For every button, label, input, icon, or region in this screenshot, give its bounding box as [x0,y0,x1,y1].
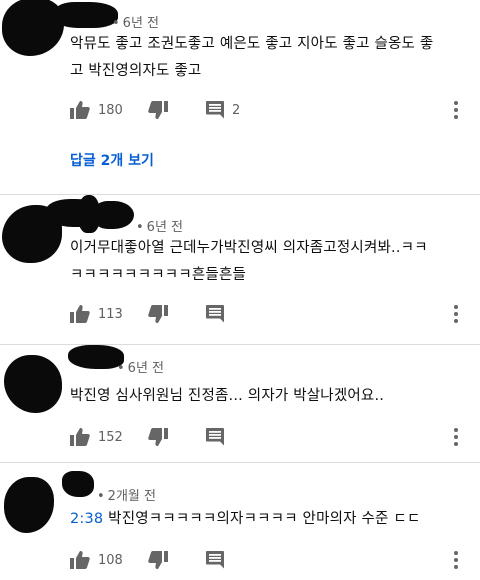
comment-1: • 6년 전 악뮤도 좋고 조권도좋고 예은도 좋고 지아도 좋고 슬옹도 좋 고… [0,0,480,195]
thumbs-down-icon [148,551,168,569]
thumbs-up-icon [70,551,90,569]
comment-4: • 2개월 전 2:38 박진영ㅋㅋㅋㅋㅋ의자ㅋㅋㅋㅋ 안마의자 수준 ㄷㄷ 10… [0,463,480,580]
like-count: 113 [98,306,123,322]
comment-icon [206,428,224,446]
dislike-button[interactable] [148,424,168,450]
comment-text-line: 2:38 박진영ㅋㅋㅋㅋㅋ의자ㅋㅋㅋㅋ 안마의자 수준 ㄷㄷ [70,506,460,533]
like-count: 152 [98,429,123,445]
thumbs-down-icon [148,305,168,323]
comment-actions: 152 [70,424,470,450]
reply-button[interactable] [206,547,224,573]
more-vert-icon [454,101,458,119]
view-replies-link[interactable]: 답글 2개 보기 [70,150,154,170]
more-button[interactable] [448,427,464,447]
like-button[interactable]: 180 [70,97,123,123]
like-count: 108 [98,552,123,568]
reply-count: 2 [232,102,241,118]
comment-actions: 113 [70,301,470,327]
more-vert-icon [454,428,458,446]
comment-3: • 6년 전 박진영 심사위원님 진정좀... 의자가 박살나겠어요.. 152 [0,345,480,463]
avatar[interactable] [2,0,64,56]
comment-icon [206,551,224,569]
username-redaction [56,2,118,28]
thumbs-up-icon [70,101,90,119]
avatar[interactable] [4,475,60,533]
comment-text-body: 박진영ㅋㅋㅋㅋㅋ의자ㅋㅋㅋㅋ 안마의자 수준 ㄷㄷ [103,511,421,527]
reply-button[interactable] [206,301,224,327]
comment-text: 이거무대좋아열 근데누가박진영씨 의자좀고정시켜봐..ㅋㅋ ㅋㅋㅋㅋㅋㅋㅋㅋㅋ흔… [70,235,460,289]
comment-text: 박진영 심사위원님 진정좀... 의자가 박살나겠어요.. [70,383,460,410]
comment-text-line: 악뮤도 좋고 조권도좋고 예은도 좋고 지아도 좋고 슬옹도 좋 [70,36,434,52]
comment-text: 2:38 박진영ㅋㅋㅋㅋㅋ의자ㅋㅋㅋㅋ 안마의자 수준 ㄷㄷ [70,506,460,533]
comment-actions: 108 [70,547,470,573]
comment-icon [206,305,224,323]
comment-text-line: 박진영 심사위원님 진정좀... 의자가 박살나겠어요.. [70,388,385,404]
dislike-button[interactable] [148,97,168,123]
username-redaction [62,471,94,497]
more-button[interactable] [448,304,464,324]
more-vert-icon [454,305,458,323]
username-redaction [94,201,134,229]
like-button[interactable]: 108 [70,547,123,573]
comment-text-line: 이거무대좋아열 근데누가박진영씨 의자좀고정시켜봐..ㅋㅋ [70,240,428,256]
dislike-button[interactable] [148,547,168,573]
thumbs-down-icon [148,428,168,446]
timestamp-link[interactable]: 2:38 [70,511,103,527]
thumbs-up-icon [70,428,90,446]
more-button[interactable] [448,100,464,120]
comment-actions: 180 2 [70,97,470,123]
comment-time: • 6년 전 [117,361,164,376]
like-count: 180 [98,102,123,118]
thumbs-down-icon [148,101,168,119]
avatar[interactable] [4,351,62,413]
more-button[interactable] [448,550,464,570]
reply-button[interactable] [206,424,224,450]
comment-icon [206,101,224,119]
reply-button[interactable]: 2 [206,97,240,123]
more-vert-icon [454,551,458,569]
comment-text-line: 고 박진영의자도 좋고 [70,63,202,79]
comment-2: • 6년 전 이거무대좋아열 근데누가박진영씨 의자좀고정시켜봐..ㅋㅋ ㅋㅋㅋㅋ… [0,195,480,345]
comment-time: • 6년 전 [136,220,183,235]
comment-text: 악뮤도 좋고 조권도좋고 예은도 좋고 지아도 좋고 슬옹도 좋 고 박진영의자… [70,31,460,85]
comment-text-line: ㅋㅋㅋㅋㅋㅋㅋㅋㅋ흔들흔들 [70,267,247,283]
like-button[interactable]: 152 [70,424,123,450]
username-redaction [68,345,124,369]
comment-time: • 6년 전 [112,16,159,31]
dislike-button[interactable] [148,301,168,327]
like-button[interactable]: 113 [70,301,123,327]
comment-time: • 2개월 전 [97,489,156,504]
thumbs-up-icon [70,305,90,323]
